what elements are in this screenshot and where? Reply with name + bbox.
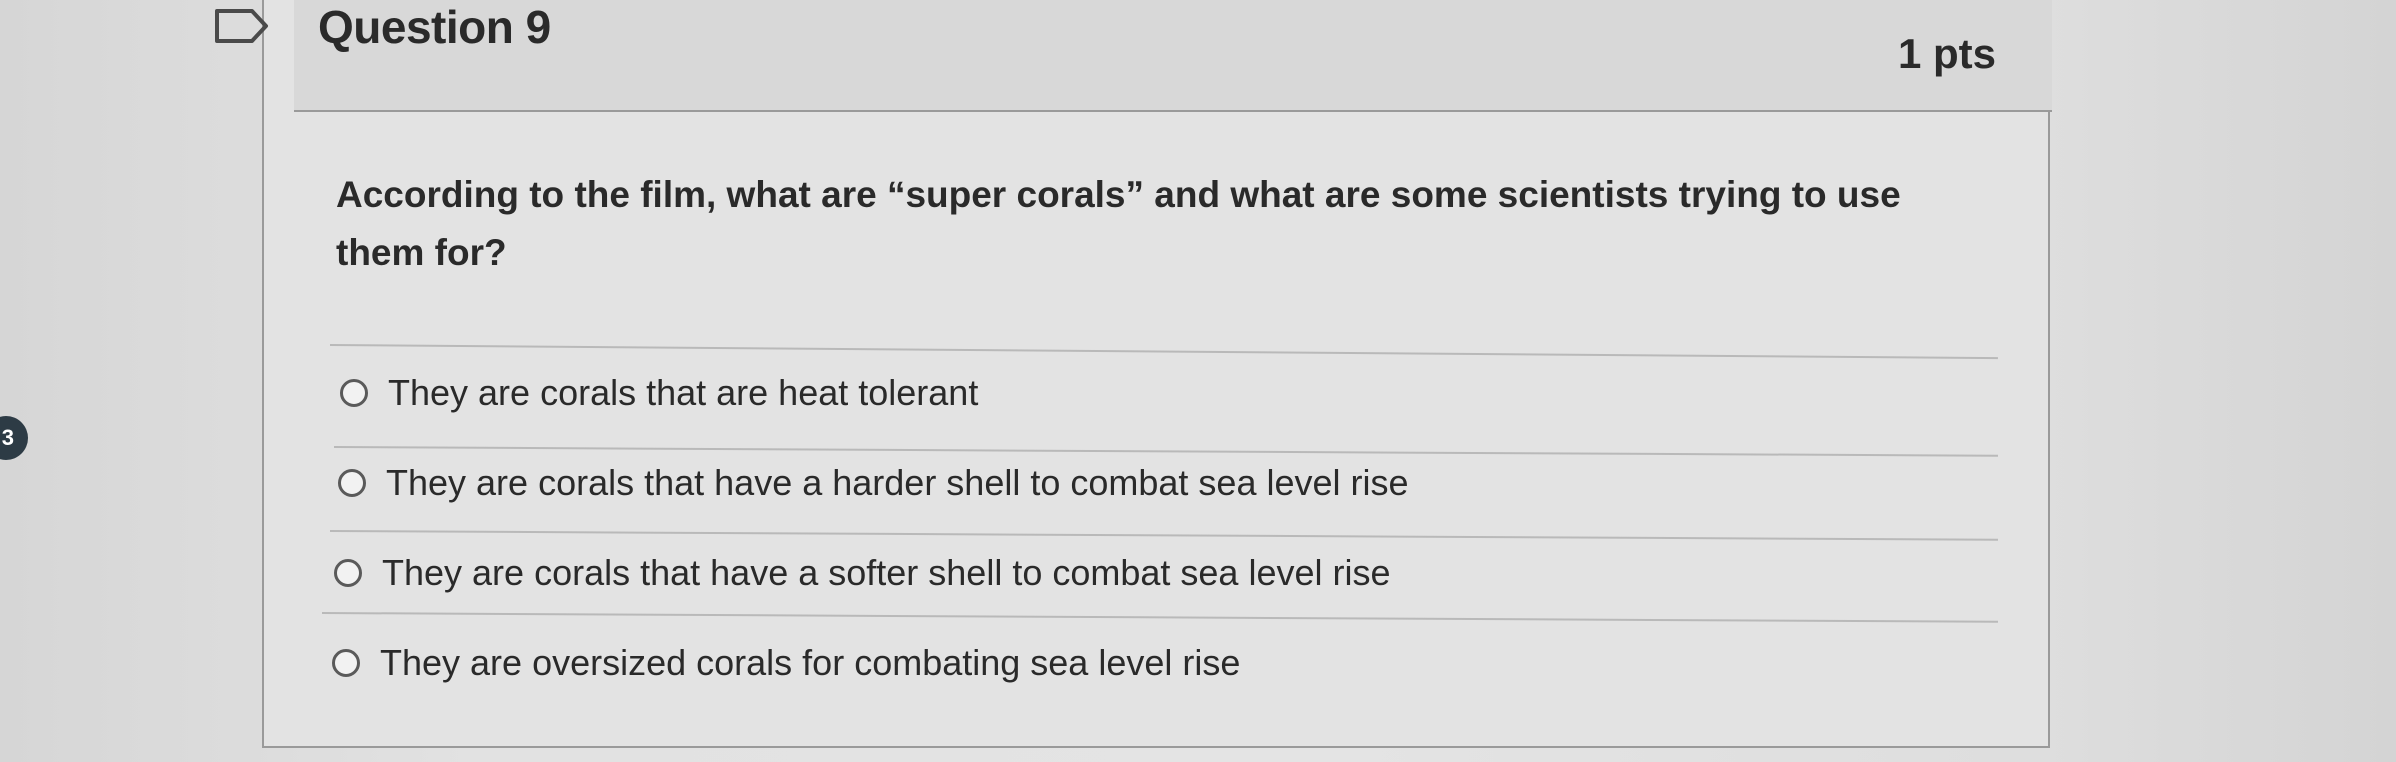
flag-question-icon[interactable] (214, 8, 270, 44)
answer-option-4[interactable]: They are oversized corals for combating … (332, 642, 1240, 684)
radio-button-icon[interactable] (338, 469, 366, 497)
answer-option-3[interactable]: They are corals that have a softer shell… (334, 552, 1391, 594)
radio-button-icon[interactable] (332, 649, 360, 677)
radio-button-icon[interactable] (334, 559, 362, 587)
answer-label: They are corals that are heat tolerant (388, 372, 979, 413)
question-header (294, 0, 2052, 112)
question-title: Question 9 (318, 1, 551, 53)
radio-button-icon[interactable] (340, 379, 368, 407)
answer-option-1[interactable]: They are corals that are heat tolerant (340, 372, 978, 414)
answer-label: They are corals that have a harder shell… (386, 462, 1409, 503)
question-points: 1 pts (1898, 30, 1997, 77)
answer-option-2[interactable]: They are corals that have a harder shell… (338, 462, 1409, 504)
answer-label: They are corals that have a softer shell… (382, 552, 1391, 593)
answer-label: They are oversized corals for combating … (380, 642, 1241, 683)
question-text: According to the film, what are “super c… (336, 174, 1901, 273)
